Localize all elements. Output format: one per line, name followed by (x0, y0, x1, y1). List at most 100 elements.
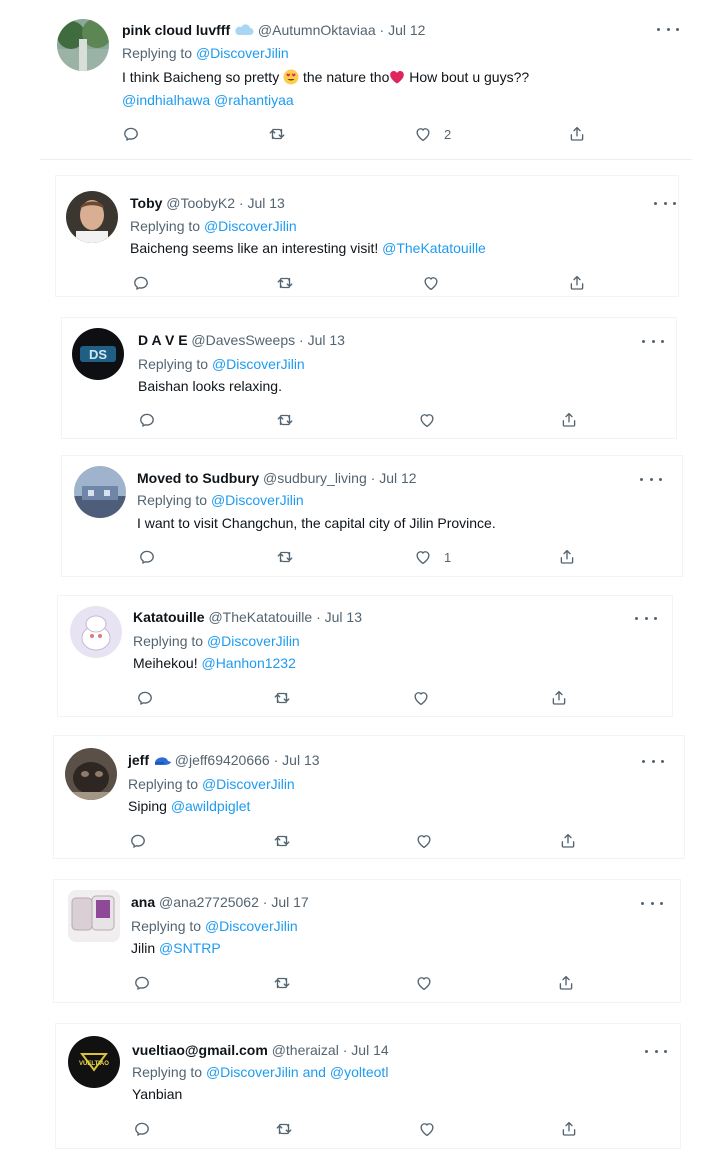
date[interactable]: Jul 14 (351, 1042, 388, 1058)
tweet-card[interactable]: Toby @ToobyK2 · Jul 13 Replying to @Disc… (56, 176, 678, 296)
reply-button[interactable] (133, 972, 151, 994)
avatar[interactable]: VUELTIAO (68, 1036, 120, 1088)
handle[interactable]: @sudbury_living (263, 470, 367, 486)
replying-to-link[interactable]: @DiscoverJilin (207, 633, 300, 649)
reply-button[interactable] (136, 687, 154, 709)
display-name[interactable]: pink cloud luvfff (122, 22, 230, 38)
date[interactable]: Jul 17 (271, 894, 308, 910)
share-icon (558, 548, 576, 566)
tweet-card[interactable]: jeff @jeff69420666 · Jul 13 Replying to … (54, 736, 684, 858)
avatar[interactable] (68, 890, 120, 942)
display-name[interactable]: vueltiao@gmail.com (132, 1042, 268, 1058)
date[interactable]: Jul 13 (282, 752, 319, 768)
retweet-icon (273, 974, 291, 992)
like-button[interactable]: 1 (414, 546, 451, 568)
retweet-button[interactable] (273, 687, 291, 709)
tweet-card[interactable]: DS D A V E @DavesSweeps · Jul 13 Replyin… (62, 318, 676, 438)
reply-button[interactable] (122, 123, 140, 145)
replying-to-link[interactable]: @DiscoverJilin (196, 45, 289, 61)
like-button[interactable] (415, 972, 433, 994)
replying-to-link[interactable]: @DiscoverJilin (211, 492, 304, 508)
share-button[interactable] (568, 272, 586, 294)
tweet-text: Baicheng seems like an interesting visit… (130, 240, 379, 256)
like-button[interactable] (412, 687, 430, 709)
like-button[interactable] (415, 830, 433, 852)
date[interactable]: Jul 12 (388, 22, 425, 38)
date[interactable]: Jul 13 (247, 195, 284, 211)
replying-to-link[interactable]: @DiscoverJilin and @yolteotl (206, 1064, 389, 1080)
reply-button[interactable] (133, 1118, 151, 1140)
replying-to-link[interactable]: @DiscoverJilin (204, 218, 297, 234)
share-button[interactable] (559, 830, 577, 852)
display-name[interactable]: D A V E (138, 332, 188, 348)
reply-icon (133, 974, 151, 992)
retweet-button[interactable] (276, 272, 294, 294)
avatar[interactable]: DS (72, 328, 124, 380)
replying-to-link[interactable]: @DiscoverJilin (205, 918, 298, 934)
retweet-button[interactable] (276, 409, 294, 431)
retweet-button[interactable] (268, 123, 286, 145)
share-button[interactable] (558, 546, 576, 568)
like-button[interactable] (418, 1118, 436, 1140)
like-button[interactable]: 2 (414, 123, 451, 145)
more-options-icon[interactable] (657, 22, 679, 36)
display-name[interactable]: ana (131, 894, 155, 910)
date[interactable]: Jul 13 (308, 332, 345, 348)
like-button[interactable] (418, 409, 436, 431)
share-button[interactable] (568, 123, 586, 145)
tweet-card[interactable]: VUELTIAO vueltiao@gmail.com @theraizal ·… (56, 1024, 680, 1148)
replying-to-link[interactable]: @DiscoverJilin (212, 356, 305, 372)
more-options-icon[interactable] (641, 896, 663, 910)
handle[interactable]: @theraizal (272, 1042, 339, 1058)
date[interactable]: Jul 13 (325, 609, 362, 625)
tweet-card[interactable]: pink cloud luvfff @AutumnOktaviaa · Jul … (40, 0, 692, 160)
tweet-card[interactable]: Moved to Sudbury @sudbury_living · Jul 1… (62, 456, 682, 576)
more-options-icon[interactable] (642, 754, 664, 768)
mention-link[interactable]: @awildpiglet (171, 798, 251, 814)
retweet-button[interactable] (276, 546, 294, 568)
mention-link[interactable]: @Hanhon1232 (201, 655, 295, 671)
share-button[interactable] (560, 1118, 578, 1140)
tweet-card[interactable]: ana @ana27725062 · Jul 17 Replying to @D… (54, 880, 680, 1002)
date[interactable]: Jul 12 (379, 470, 416, 486)
reply-button[interactable] (132, 272, 150, 294)
more-options-icon[interactable] (645, 1044, 667, 1058)
display-name[interactable]: Moved to Sudbury (137, 470, 259, 486)
handle[interactable]: @ToobyK2 (166, 195, 235, 211)
reply-button[interactable] (129, 830, 147, 852)
share-button[interactable] (550, 687, 568, 709)
handle[interactable]: @jeff69420666 (175, 752, 270, 768)
more-options-icon[interactable] (640, 472, 662, 486)
like-button[interactable] (422, 272, 440, 294)
retweet-button[interactable] (275, 1118, 293, 1140)
mention-link[interactable]: @TheKatatouille (382, 240, 486, 256)
avatar[interactable] (74, 466, 126, 518)
handle[interactable]: @DavesSweeps (191, 332, 295, 348)
display-name[interactable]: Toby (130, 195, 162, 211)
replying-to-link[interactable]: @DiscoverJilin (202, 776, 295, 792)
avatar[interactable] (65, 748, 117, 800)
display-name[interactable]: Katatouille (133, 609, 205, 625)
retweet-icon (275, 1120, 293, 1138)
separator: · (379, 22, 385, 38)
mention-link[interactable]: @indhialhawa (122, 92, 210, 108)
display-name[interactable]: jeff (128, 752, 149, 768)
avatar[interactable] (57, 19, 109, 71)
handle[interactable]: @ana27725062 (159, 894, 259, 910)
reply-button[interactable] (138, 546, 156, 568)
handle[interactable]: @TheKatatouille (208, 609, 312, 625)
mention-link[interactable]: @rahantiyaa (214, 92, 294, 108)
share-button[interactable] (557, 972, 575, 994)
avatar[interactable] (70, 606, 122, 658)
more-options-icon[interactable] (654, 196, 676, 210)
more-options-icon[interactable] (642, 334, 664, 348)
mention-link[interactable]: @SNTRP (159, 940, 221, 956)
reply-button[interactable] (138, 409, 156, 431)
retweet-button[interactable] (273, 830, 291, 852)
handle[interactable]: @AutumnOktaviaa (258, 22, 376, 38)
more-options-icon[interactable] (635, 611, 657, 625)
retweet-button[interactable] (273, 972, 291, 994)
share-button[interactable] (560, 409, 578, 431)
tweet-card[interactable]: Katatouille @TheKatatouille · Jul 13 Rep… (58, 596, 672, 716)
avatar[interactable] (66, 191, 118, 243)
